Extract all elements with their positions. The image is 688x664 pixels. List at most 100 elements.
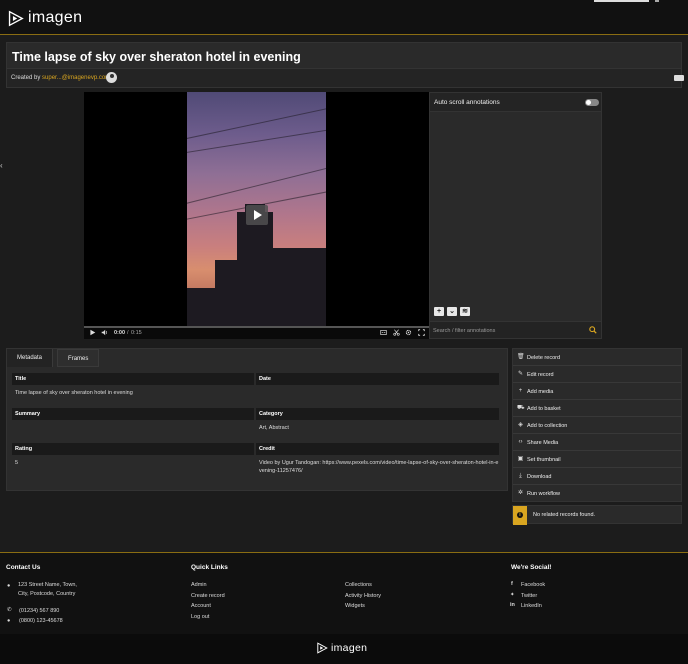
time-current: 0:00 — [114, 330, 126, 336]
auto-scroll-toggle[interactable] — [585, 99, 599, 106]
add-to-collection-label: Add to collection — [527, 423, 568, 429]
info-phone-icon: ● — [7, 618, 11, 624]
address-line1: 123 Street Name, Town, — [18, 582, 77, 588]
footer-logo-play-icon — [317, 642, 328, 654]
imagen-logo[interactable]: imagen — [7, 9, 82, 27]
plus-icon: + — [518, 388, 523, 394]
run-workflow-label: Run workflow — [527, 491, 561, 497]
title-field-label: Title — [12, 373, 254, 385]
linkedin-icon: in — [510, 602, 515, 608]
credit-field-label: Credit — [256, 443, 499, 455]
chevron-left-icon[interactable]: ‹ — [0, 161, 3, 170]
summary-field-label: Summary — [12, 408, 254, 420]
auto-scroll-label: Auto scroll annotations — [434, 99, 500, 106]
category-field-label: Category — [256, 408, 499, 420]
tab-metadata[interactable]: Metadata — [7, 349, 54, 367]
collection-icon: ◈ — [518, 422, 523, 428]
download-icon: ⤓ — [519, 473, 522, 479]
add-to-basket-button[interactable]: ⛟ Add to basket — [513, 400, 681, 417]
credit-field-value: Video by Ugur Tandogan: https://www.pexe… — [259, 460, 499, 474]
nav-dropdown-mark[interactable] — [655, 0, 659, 2]
add-annotation-plus-icon[interactable]: + — [434, 307, 444, 316]
video-player[interactable]: 0:00 / 0:15 — [84, 92, 429, 339]
phone-number[interactable]: (01234) 567 890 — [19, 607, 59, 615]
search-icon[interactable] — [589, 326, 597, 334]
run-workflow-button[interactable]: ✲ Run workflow — [513, 485, 681, 502]
add-media-button[interactable]: + Add media — [513, 383, 681, 400]
download-button[interactable]: ⤓ Download — [513, 468, 681, 485]
annotations-panel: Auto scroll annotations + ⌄ ≋ — [429, 92, 602, 339]
cart-icon: ⛟ — [517, 405, 525, 411]
related-records-notice: No related records found. — [512, 505, 682, 525]
footer-logo-text: imagen — [331, 642, 368, 654]
social-heading: We're Social! — [511, 564, 552, 571]
footer-link-activity-history[interactable]: Activity History — [345, 592, 381, 600]
edit-record-button[interactable]: ✎ Edit record — [513, 366, 681, 383]
created-by-label: Created by — [11, 75, 41, 81]
twitter-icon: ✦ — [510, 592, 515, 598]
footer-link-account[interactable]: Account — [191, 602, 211, 610]
volume-icon[interactable] — [101, 329, 108, 338]
contact-us-heading: Contact Us — [6, 564, 41, 571]
play-icon[interactable] — [89, 329, 96, 338]
set-thumbnail-label: Set thumbnail — [527, 457, 561, 463]
footer-link-widgets[interactable]: Widgets — [345, 602, 365, 610]
delete-record-button[interactable]: 🗑︎ Delete record — [513, 349, 681, 366]
tab-frames[interactable]: Frames — [57, 349, 100, 367]
big-play-button[interactable] — [246, 205, 268, 225]
logo-play-icon — [8, 10, 24, 26]
top-navbar: imagen — [0, 0, 688, 35]
footer-link-log-out[interactable]: Log out — [191, 613, 209, 621]
download-label: Download — [527, 474, 552, 480]
record-tabs: Metadata Frames — [7, 349, 100, 367]
workflow-icon: ✲ — [517, 490, 524, 496]
created-by-text: Created by super...@imagenevp.com — [11, 75, 110, 81]
trash-icon: 🗑︎ — [517, 354, 525, 360]
annotation-buttons: + ⌄ ≋ — [434, 307, 470, 316]
address-line2: City, Postcode, Country — [18, 591, 76, 597]
info-icon — [513, 506, 527, 525]
share-media-button[interactable]: ‹› Share Media — [513, 434, 681, 451]
footer-link-linkedin[interactable]: LinkedIn — [521, 602, 542, 610]
phone-number-2[interactable]: (0800) 123-45678 — [19, 617, 63, 625]
footer-link-collections[interactable]: Collections — [345, 581, 372, 589]
code-icon: ‹› — [518, 439, 523, 445]
phone-icon: ✆ — [7, 607, 12, 613]
set-thumbnail-button[interactable]: ▣ Set thumbnail — [513, 451, 681, 468]
settings-gear-icon[interactable] — [405, 329, 412, 338]
record-actions-panel: 🗑︎ Delete record ✎ Edit record + Add med… — [512, 348, 682, 502]
quick-links-heading: Quick Links — [191, 564, 228, 571]
related-records-message: No related records found. — [533, 512, 596, 518]
chevron-down-icon[interactable]: ⌄ — [447, 307, 457, 316]
metadata-panel: Metadata Frames Title Date Time lapse of… — [6, 348, 508, 491]
annotations-header: Auto scroll annotations — [430, 93, 601, 112]
scissors-icon[interactable] — [393, 329, 400, 338]
footer-imagen-logo[interactable]: imagen — [316, 642, 367, 654]
footer-bottom-bar: imagen — [0, 634, 688, 664]
footer-link-twitter[interactable]: Twitter — [521, 592, 537, 600]
footer-link-facebook[interactable]: Facebook — [521, 581, 545, 589]
map-pin-icon: ● — [7, 583, 11, 589]
captions-icon[interactable] — [380, 329, 387, 338]
time-separator: / — [127, 330, 129, 336]
footer-link-create-record[interactable]: Create record — [191, 592, 225, 600]
delete-record-label: Delete record — [527, 355, 561, 361]
layers-icon[interactable]: ≋ — [460, 307, 470, 316]
seek-bar[interactable] — [84, 326, 429, 328]
fullscreen-icon[interactable] — [418, 329, 425, 338]
created-by-row: Created by super...@imagenevp.com — [6, 68, 684, 88]
add-to-collection-button[interactable]: ◈ Add to collection — [513, 417, 681, 434]
created-by-user-link[interactable]: super...@imagenevp.com — [42, 75, 110, 81]
title-field-value: Time lapse of sky over sheraton hotel in… — [15, 390, 133, 396]
player-controls: 0:00 / 0:15 — [84, 326, 429, 339]
footer-link-admin[interactable]: Admin — [191, 581, 207, 589]
user-avatar-icon[interactable] — [106, 72, 117, 83]
nav-search-underline — [594, 0, 649, 2]
time-total: 0:15 — [131, 330, 142, 336]
share-media-label: Share Media — [527, 440, 559, 446]
annotation-search-input[interactable] — [433, 325, 583, 336]
keyboard-icon[interactable] — [674, 75, 684, 81]
rating-field-label: Rating — [12, 443, 254, 455]
add-to-basket-label: Add to basket — [527, 406, 561, 412]
add-media-label: Add media — [527, 389, 554, 395]
